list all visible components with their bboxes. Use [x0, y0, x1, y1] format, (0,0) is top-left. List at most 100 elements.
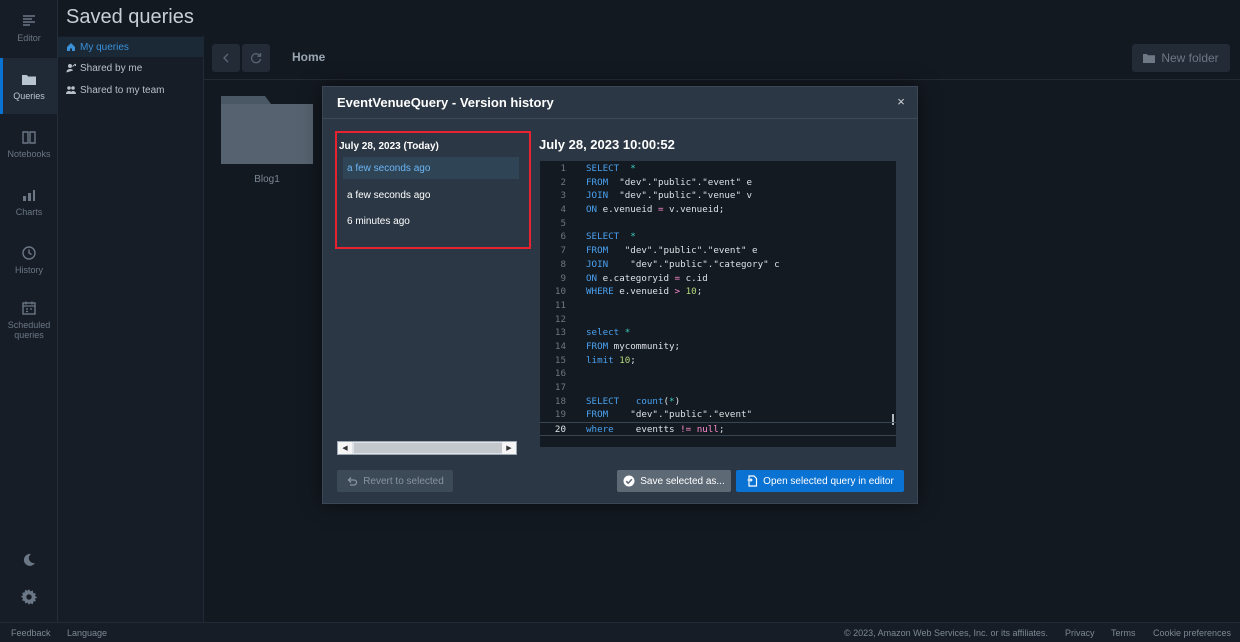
code-line[interactable]: 10 WHERE e.venueid > 10; — [540, 285, 896, 299]
modal-title: EventVenueQuery - Version history — [337, 95, 554, 110]
gear-icon — [20, 589, 38, 605]
scroll-left-icon[interactable]: ◀ — [338, 442, 352, 454]
rail-item-label: Notebooks — [7, 149, 51, 159]
code-line[interactable]: 4 ON e.venueid = v.venueid; — [540, 203, 896, 217]
copyright-text: © 2023, Amazon Web Services, Inc. or its… — [844, 628, 1048, 638]
terms-link[interactable]: Terms — [1111, 628, 1136, 638]
settings-button[interactable] — [0, 588, 58, 606]
rail-item-notebooks[interactable]: Notebooks — [0, 116, 58, 172]
code-line[interactable]: 15 limit 10; — [540, 354, 896, 368]
code-line[interactable]: 9 ON e.categoryid = c.id — [540, 272, 896, 286]
line-number: 17 — [554, 382, 566, 393]
revert-label: Revert to selected — [363, 475, 444, 487]
code-line[interactable]: 14 FROM mycommunity; — [540, 340, 896, 354]
team-icon — [66, 86, 76, 94]
left-rail: Editor Queries Notebooks Charts History … — [0, 0, 58, 622]
version-item[interactable]: a few seconds ago — [343, 157, 519, 179]
rail-item-queries[interactable]: Queries — [0, 58, 58, 114]
code-text: SELECT * — [586, 163, 636, 174]
subnav-item-label: Shared by me — [80, 62, 143, 74]
code-line[interactable]: 3 JOIN "dev"."public"."venue" v — [540, 189, 896, 203]
code-text: FROM "dev"."public"."event" — [586, 409, 753, 421]
code-line[interactable]: 7 FROM "dev"."public"."event" e — [540, 244, 896, 258]
code-line[interactable]: 17 — [540, 381, 896, 395]
code-text: FROM mycommunity; — [586, 340, 681, 352]
line-number: 6 — [560, 231, 566, 243]
new-folder-button[interactable]: New folder — [1132, 44, 1230, 72]
refresh-button[interactable] — [242, 44, 270, 72]
language-link[interactable]: Language — [67, 628, 107, 638]
moon-icon — [23, 553, 35, 566]
line-number: 11 — [554, 299, 566, 311]
subnav-item-shared-by-me[interactable]: Shared by me — [58, 58, 204, 78]
code-line[interactable]: 8 JOIN "dev"."public"."category" c — [540, 258, 896, 272]
folder-name[interactable]: Blog1 — [221, 174, 313, 185]
version-item[interactable]: 6 minutes ago — [343, 210, 519, 232]
subnav-item-label: Shared to my team — [80, 84, 165, 96]
version-item[interactable]: a few seconds ago — [343, 184, 519, 206]
theme-toggle[interactable] — [0, 552, 58, 568]
rail-item-charts[interactable]: Charts — [0, 174, 58, 230]
code-text: FROM "dev"."public"."event" e — [586, 176, 753, 188]
folder-icon — [22, 75, 36, 85]
line-number: 18 — [554, 395, 566, 407]
check-circle-icon — [623, 475, 635, 487]
revert-button[interactable]: Revert to selected — [337, 470, 453, 492]
rail-item-label: Queries — [13, 91, 45, 101]
code-line[interactable]: 11 — [540, 299, 896, 313]
code-line[interactable]: 18 SELECT count(*) — [540, 395, 896, 409]
code-text: JOIN "dev"."public"."category" c — [586, 258, 780, 270]
code-text: SELECT * — [586, 231, 636, 243]
code-text: ON e.categoryid = c.id — [586, 272, 708, 284]
code-line[interactable]: 6 SELECT * — [540, 230, 896, 244]
line-number: 3 — [560, 190, 566, 202]
save-selected-as-button[interactable]: Save selected as... — [617, 470, 731, 492]
code-line[interactable]: 20 where eventts != null; — [540, 422, 896, 436]
code-line[interactable]: 12 — [540, 313, 896, 327]
subnav-item-shared-to-team[interactable]: Shared to my team — [58, 80, 204, 100]
code-line[interactable]: 5 — [540, 217, 896, 231]
undo-icon — [347, 477, 358, 486]
clock-icon — [22, 246, 36, 260]
editor-icon — [23, 15, 35, 26]
toolbar: Home New folder — [204, 36, 1240, 80]
code-text: FROM "dev"."public"."event" e — [586, 245, 758, 257]
line-number: 14 — [554, 340, 566, 352]
chart-icon — [23, 190, 35, 201]
rail-item-editor[interactable]: Editor — [0, 0, 58, 56]
code-line[interactable]: 1 SELECT * — [540, 162, 896, 176]
line-number: 20 — [554, 424, 566, 436]
scroll-right-icon[interactable]: ▶ — [502, 442, 516, 454]
rail-item-scheduled-queries[interactable]: Scheduled queries — [0, 290, 58, 350]
breadcrumb-home[interactable]: Home — [292, 50, 325, 64]
scrollbar-thumb[interactable] — [354, 443, 502, 453]
code-text: SELECT count(*) — [586, 395, 681, 407]
footer: Feedback Language © 2023, Amazon Web Ser… — [0, 622, 1240, 642]
version-group-date: July 28, 2023 (Today) — [339, 141, 439, 152]
rail-item-history[interactable]: History — [0, 232, 58, 288]
version-history-modal: EventVenueQuery - Version history × July… — [322, 86, 918, 504]
code-text: limit 10; — [586, 354, 636, 366]
rail-item-label: Charts — [15, 207, 43, 217]
subnav-item-my-queries[interactable]: My queries — [58, 37, 204, 57]
line-number: 1 — [560, 163, 566, 174]
back-button[interactable] — [212, 44, 240, 72]
privacy-link[interactable]: Privacy — [1065, 628, 1095, 638]
rail-item-label-line2: queries — [14, 330, 44, 340]
line-number: 2 — [560, 176, 566, 188]
horizontal-scrollbar[interactable]: ◀ ▶ — [337, 441, 517, 455]
open-label: Open selected query in editor — [763, 475, 894, 487]
open-in-editor-button[interactable]: Open selected query in editor — [736, 470, 904, 492]
code-line[interactable]: 13 select * — [540, 326, 896, 340]
folder-tile-icon[interactable] — [221, 92, 313, 164]
cookie-preferences-link[interactable]: Cookie preferences — [1153, 628, 1231, 638]
share-user-icon — [66, 63, 76, 73]
code-line[interactable]: 19 FROM "dev"."public"."event" — [540, 408, 896, 422]
close-icon[interactable]: × — [893, 94, 909, 110]
chevron-left-icon — [223, 53, 229, 63]
feedback-link[interactable]: Feedback — [11, 628, 51, 638]
code-line[interactable]: 16 — [540, 367, 896, 381]
calendar-icon — [22, 301, 36, 315]
code-line[interactable]: 2 FROM "dev"."public"."event" e — [540, 176, 896, 190]
code-viewer[interactable]: 1 SELECT * 2 FROM "dev"."public"."event" e3… — [540, 161, 896, 447]
